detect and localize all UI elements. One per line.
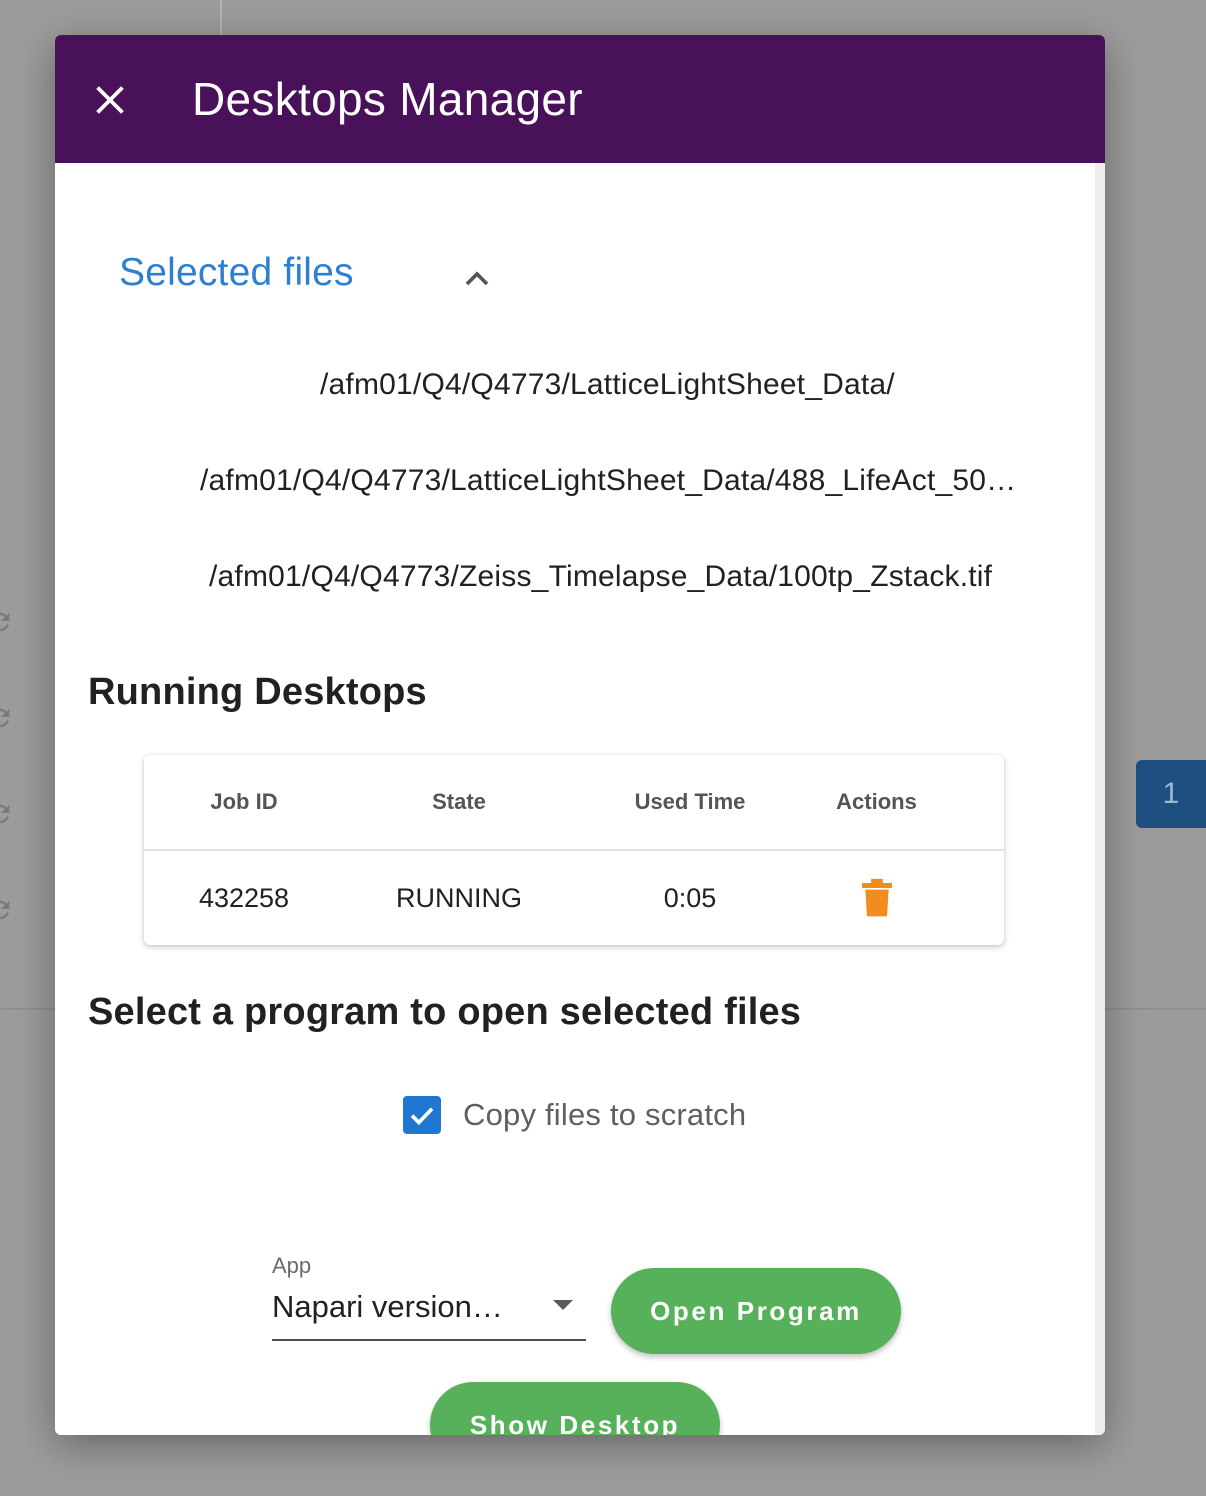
open-program-button[interactable]: Open Program (611, 1268, 901, 1354)
trash-icon (861, 878, 892, 917)
chevron-up-icon[interactable] (457, 259, 497, 299)
dropdown-arrow-icon (550, 1297, 576, 1313)
running-desktops-table: Job ID State Used Time Actions 432258 RU… (144, 755, 1004, 945)
background-divider (220, 0, 222, 36)
table-header-row: Job ID State Used Time Actions (144, 755, 1004, 851)
app-select-value: Napari version… (272, 1289, 503, 1324)
column-header-job-id: Job ID (210, 789, 278, 814)
select-underline (272, 1339, 586, 1341)
copy-files-checkbox[interactable]: Copy files to scratch (403, 1096, 746, 1134)
refresh-icon (0, 896, 14, 924)
selected-file-path: /afm01/Q4/Q4773/Zeiss_Timelapse_Data/100… (209, 560, 993, 593)
dialog-title: Desktops Manager (192, 73, 583, 125)
close-button[interactable] (85, 75, 135, 125)
selected-files-title: Selected files (119, 251, 354, 294)
close-icon (96, 86, 124, 114)
selected-files-toggle[interactable]: Selected files (119, 251, 354, 295)
column-header-state: State (432, 789, 486, 814)
running-desktops-heading: Running Desktops (88, 671, 427, 713)
select-program-heading: Select a program to open selected files (88, 991, 802, 1033)
scrollbar[interactable] (1095, 163, 1105, 1435)
used-time-cell: 0:05 (663, 882, 717, 913)
copy-files-label: Copy files to scratch (463, 1097, 747, 1132)
column-header-used-time: Used Time (634, 789, 746, 814)
checkbox-checked[interactable] (403, 1096, 441, 1134)
pagination-page-button[interactable]: 1 (1136, 760, 1206, 828)
table-row: 432258 RUNNING 0:05 (144, 851, 1004, 945)
refresh-icon (0, 608, 14, 636)
column-header-actions: Actions (836, 789, 917, 814)
app-select[interactable]: App Napari version… (272, 1253, 586, 1341)
desktops-manager-dialog: Desktops Manager Selected files /afm01/Q… (55, 35, 1105, 1435)
delete-desktop-button[interactable] (859, 876, 895, 920)
selected-file-path: /afm01/Q4/Q4773/LatticeLightSheet_Data/4… (200, 464, 1017, 497)
refresh-icon (0, 704, 14, 732)
actions-cell (814, 851, 939, 945)
state-cell: RUNNING (396, 882, 522, 913)
refresh-icon (0, 800, 14, 828)
show-desktop-button[interactable]: Show Desktop (430, 1382, 720, 1435)
check-icon (410, 1107, 434, 1126)
job-id-cell: 432258 (198, 882, 290, 913)
app-select-label: App (272, 1253, 312, 1278)
selected-file-path: /afm01/Q4/Q4773/LatticeLightSheet_Data/ (320, 368, 895, 401)
dialog-content: Selected files /afm01/Q4/Q4773/LatticeLi… (55, 163, 1095, 1435)
dialog-titlebar: Desktops Manager (55, 35, 1105, 163)
